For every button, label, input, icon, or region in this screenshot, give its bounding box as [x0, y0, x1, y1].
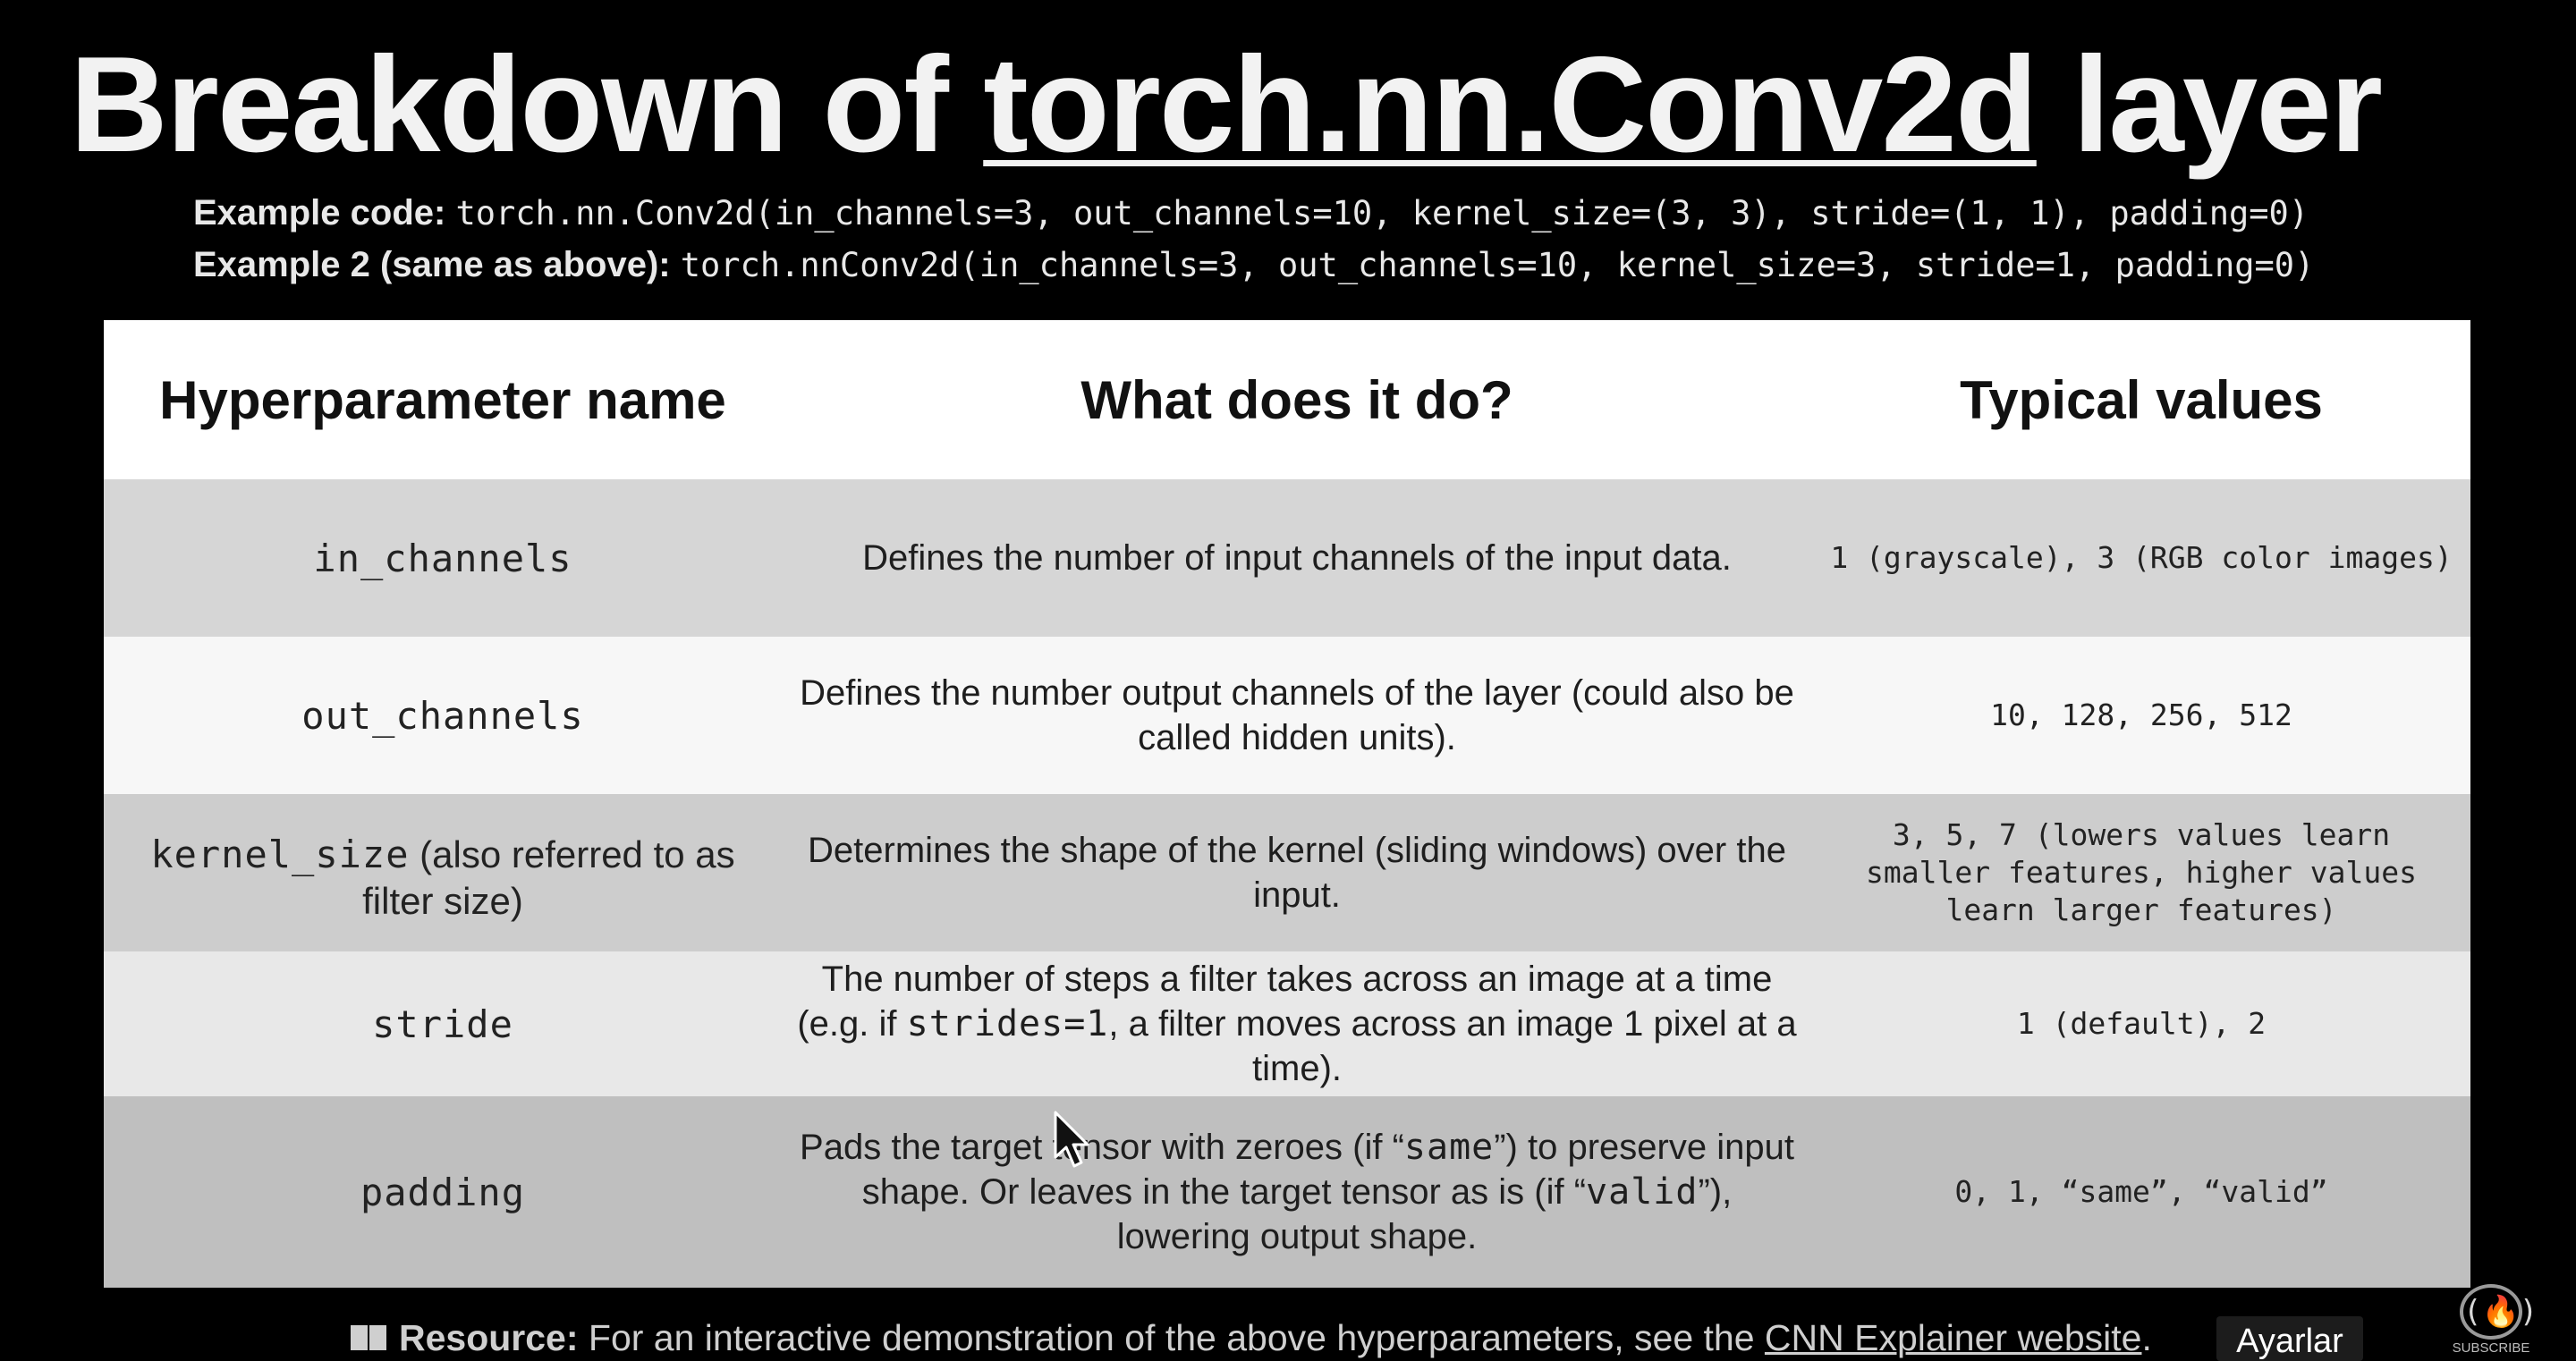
- stride-desc-code: strides=1: [906, 1003, 1109, 1044]
- example-2-label: Example 2 (same as above):: [193, 245, 671, 284]
- row-kernel-size-name: kernel_size (also referred to as filter …: [104, 794, 782, 951]
- row-stride-typical: 1 (default), 2: [1812, 951, 2470, 1096]
- title-prefix: Breakdown of: [70, 29, 984, 181]
- resource-label: Resource:: [399, 1317, 579, 1358]
- kernel-size-note: (also referred to as filter size): [362, 833, 735, 922]
- row-in-channels-name: in_channels: [104, 479, 782, 637]
- example-code-line: Example code: torch.nn.Conv2d(in_channel…: [193, 190, 2309, 236]
- row-kernel-size-typical: 3, 5, 7 (lowers values learn smaller fea…: [1812, 794, 2470, 951]
- row-kernel-size-description: Determines the shape of the kernel (slid…: [782, 794, 1812, 951]
- row-padding-description: Pads the target tensor with zeroes (if “…: [782, 1096, 1812, 1288]
- header-typical-values: Typical values: [1812, 320, 2470, 479]
- example-label: Example code:: [193, 193, 446, 232]
- settings-tooltip: Ayarlar: [2216, 1316, 2363, 1361]
- row-out-channels-typical: 10, 128, 256, 512: [1812, 637, 2470, 794]
- hyperparameter-table: Hyperparameter name What does it do? Typ…: [104, 320, 2470, 1288]
- subscribe-label: SUBSCRIBE: [2452, 1340, 2530, 1356]
- title-code-ref: torch.nn.Conv2d: [983, 29, 2038, 181]
- resource-text: For an interactive demonstration of the …: [578, 1317, 1765, 1358]
- row-out-channels-name: out_channels: [104, 637, 782, 794]
- header-hyperparameter-name: Hyperparameter name: [104, 320, 782, 479]
- stride-desc-text: The number of steps a filter takes acros…: [796, 957, 1798, 1091]
- example-code: torch.nn.Conv2d(in_channels=3, out_chann…: [455, 194, 2309, 232]
- row-in-channels-description: Defines the number of input channels of …: [782, 479, 1812, 637]
- title-suffix: layer: [2036, 29, 2383, 181]
- header-what-does-it-do: What does it do?: [782, 320, 1812, 479]
- mouse-pointer-icon: [1054, 1111, 1089, 1168]
- row-stride-description: The number of steps a filter takes acros…: [782, 951, 1812, 1096]
- padding-desc-text: Pads the target tensor with zeroes (if “…: [796, 1125, 1798, 1259]
- row-padding-name: padding: [104, 1096, 782, 1288]
- row-padding-typical: 0, 1, “same”, “valid”: [1812, 1096, 2470, 1288]
- channel-subscribe-logo[interactable]: (🔥) SUBSCRIBE: [2451, 1284, 2538, 1361]
- padding-desc-part-1: Pads the target tensor with zeroes (if “: [800, 1128, 1404, 1167]
- row-out-channels-description: Defines the number output channels of th…: [782, 637, 1812, 794]
- padding-desc-code-same: same: [1403, 1127, 1495, 1168]
- resource-note: Resource: For an interactive demonstrati…: [351, 1315, 2152, 1361]
- example-2-code-line: Example 2 (same as above): torch.nnConv2…: [193, 241, 2314, 288]
- row-in-channels-typical: 1 (grayscale), 3 (RGB color images): [1812, 479, 2470, 637]
- cnn-explainer-link[interactable]: CNN Explainer website: [1765, 1317, 2142, 1358]
- resource-tail: .: [2141, 1317, 2152, 1358]
- stride-desc-part-2: , a filter moves across an image 1 pixel…: [1108, 1004, 1797, 1088]
- slide-title: Breakdown of torch.nn.Conv2d layer: [70, 20, 2383, 190]
- row-stride-name: stride: [104, 951, 782, 1096]
- kernel-size-code: kernel_size: [150, 833, 410, 876]
- padding-desc-code-valid: valid: [1586, 1171, 1699, 1213]
- flame-brackets-icon: (🔥): [2460, 1284, 2538, 1340]
- book-icon: [351, 1325, 386, 1350]
- example-2-code: torch.nnConv2d(in_channels=3, out_channe…: [680, 246, 2315, 284]
